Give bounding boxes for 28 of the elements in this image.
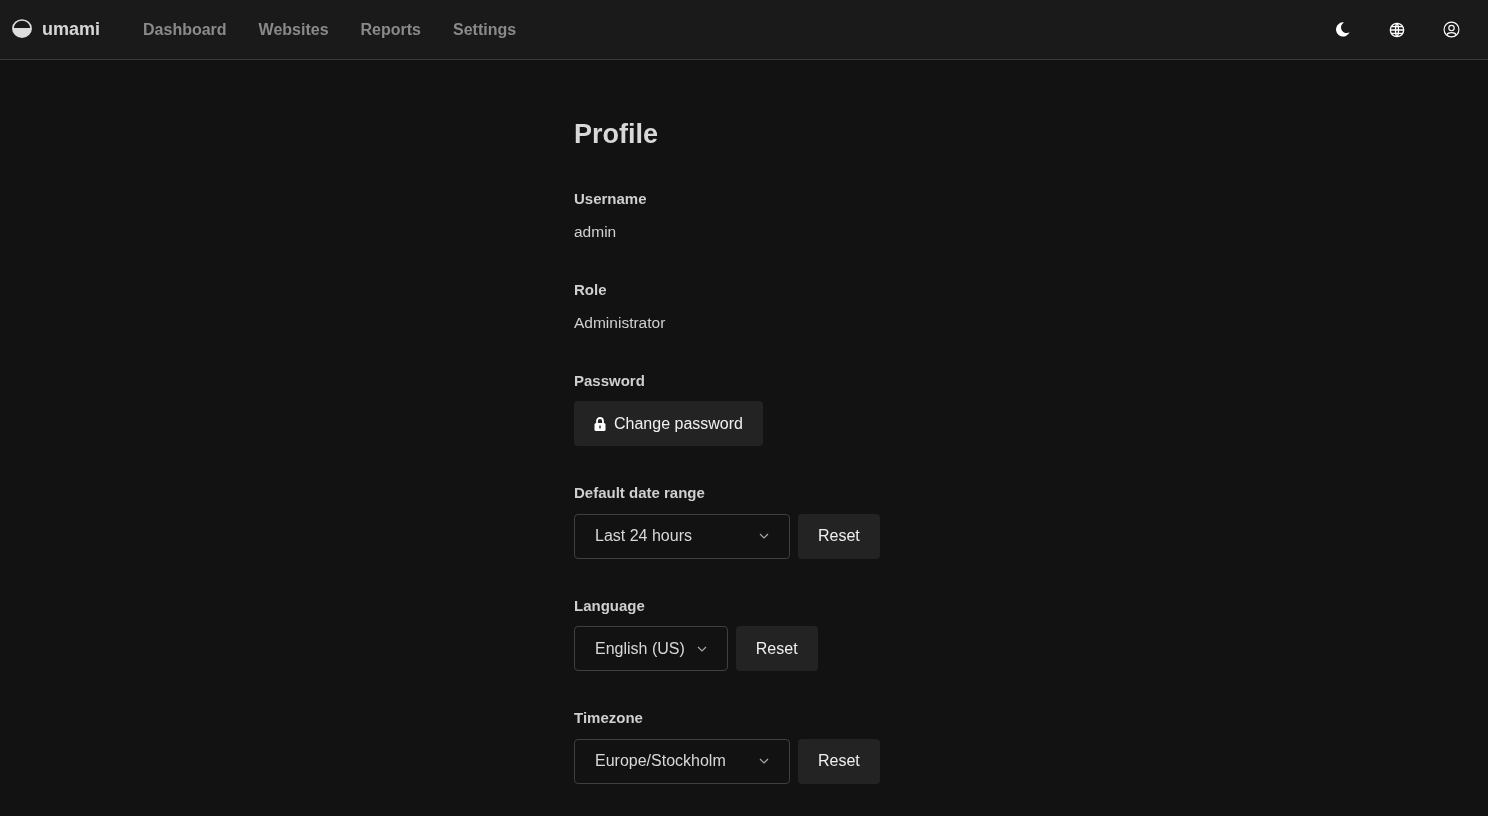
select-dropdown[interactable]: English (US)	[574, 626, 728, 672]
chevron-icon	[696, 645, 707, 652]
change-password-button[interactable]: Change password	[574, 401, 763, 447]
field-label: Default date range	[574, 483, 706, 504]
reset-button[interactable]: Reset	[735, 626, 818, 672]
select-dropdown[interactable]: Europe/Stockholm	[574, 738, 790, 784]
nav-link[interactable]: Settings	[453, 17, 517, 42]
reset-button[interactable]: Reset	[798, 738, 880, 784]
select-dropdown[interactable]: Last 24 hours	[574, 513, 790, 559]
field-label: Role	[574, 280, 608, 301]
brand-name: umami	[42, 18, 101, 41]
field-label: Timezone	[574, 708, 644, 729]
lock-icon	[594, 416, 606, 431]
field-value: Administrator	[574, 312, 667, 333]
reset-button[interactable]: Reset	[798, 513, 880, 559]
globe-icon[interactable]	[1389, 21, 1405, 38]
nav-link[interactable]: Dashboard	[143, 17, 227, 42]
field-label: Username	[574, 189, 648, 210]
field-label: Language	[574, 595, 646, 616]
user-icon[interactable]	[1443, 21, 1460, 38]
nav-link[interactable]: Websites	[258, 17, 329, 42]
nav-link[interactable]: Reports	[360, 17, 421, 42]
moon-icon[interactable]	[1334, 21, 1351, 38]
chevron-icon	[759, 533, 769, 540]
field-label: Password	[574, 370, 646, 391]
field-value: admin	[574, 221, 618, 242]
page-title: Profile	[574, 118, 660, 151]
chevron-icon	[759, 758, 769, 765]
